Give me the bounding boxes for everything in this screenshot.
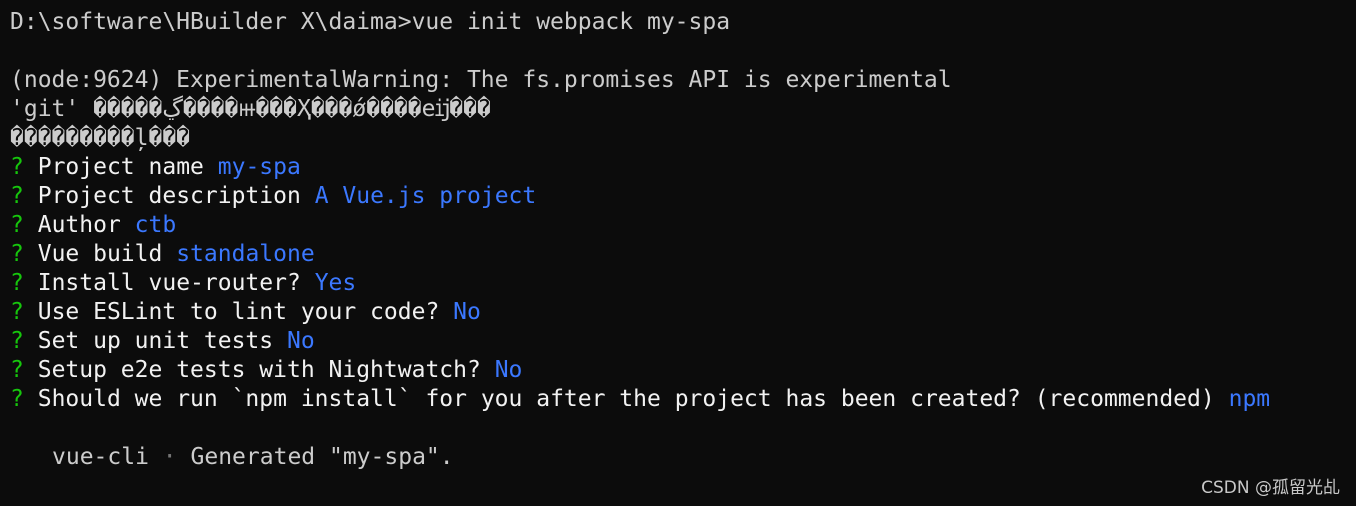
result-tool: vue-cli	[52, 444, 149, 470]
question-answer: ctb	[134, 212, 177, 238]
question-mark-icon: ?	[10, 299, 24, 325]
prompt-question-line: ? Project name my-spa	[10, 153, 1356, 182]
prompt-question-line: ? Install vue-router? Yes	[10, 269, 1356, 298]
question-answer: A Vue.js project	[314, 183, 537, 209]
question-mark-icon: ?	[10, 183, 24, 209]
question-label: Set up unit tests	[37, 328, 274, 354]
question-label: Install vue-router?	[37, 270, 301, 296]
question-label: Setup e2e tests with Nightwatch?	[37, 357, 481, 383]
question-label: Project description	[37, 183, 301, 209]
command-line: D:\software\HBuilder X\daima>vue init we…	[10, 9, 731, 35]
question-label: Author	[37, 212, 121, 238]
prompt-question-line: ? Use ESLint to lint your code? No	[10, 298, 1356, 327]
question-mark-icon: ?	[10, 357, 24, 383]
prompt-question-line: ? Setup e2e tests with Nightwatch? No	[10, 356, 1356, 385]
garbled-error-line: 'git' �����ڲ����ⲿ���Ҳ���ǿ����еĳ���	[10, 96, 491, 122]
question-mark-icon: ?	[10, 386, 24, 412]
prompt-question-line: ? Set up unit tests No	[10, 327, 1356, 356]
prompt-question-line: ? Project description A Vue.js project	[10, 182, 1356, 211]
question-answer: my-spa	[217, 154, 301, 180]
prompt-question-line: ? Vue build standalone	[10, 240, 1356, 269]
question-label: Project name	[37, 154, 204, 180]
prompt-question-line: ? Should we run `npm install` for you af…	[10, 385, 1356, 414]
result-message: Generated "my-spa".	[190, 444, 454, 470]
prompt-question-line: ? Author ctb	[10, 211, 1356, 240]
csdn-watermark: CSDN @孤留光乩	[1201, 478, 1340, 498]
result-separator: ·	[162, 444, 177, 470]
question-mark-icon: ?	[10, 154, 24, 180]
question-answer: No	[494, 357, 523, 383]
question-label: Vue build	[37, 241, 163, 267]
question-answer: No	[453, 299, 481, 325]
question-mark-icon: ?	[10, 241, 24, 267]
result-line: vue-cli · Generated "my-spa".	[10, 443, 1356, 472]
question-mark-icon: ?	[10, 328, 24, 354]
garbled-error-line: ���������ļ���	[10, 125, 191, 151]
question-answer: Yes	[314, 270, 357, 296]
question-answer: No	[286, 328, 315, 354]
question-mark-icon: ?	[10, 212, 24, 238]
terminal-output[interactable]: D:\software\HBuilder X\daima>vue init we…	[10, 8, 1356, 506]
question-label: Use ESLint to lint your code?	[37, 299, 440, 325]
warning-line: (node:9624) ExperimentalWarning: The fs.…	[10, 67, 952, 93]
question-label: Should we run `npm install` for you afte…	[37, 386, 1215, 412]
question-answer: standalone	[176, 241, 315, 267]
question-mark-icon: ?	[10, 270, 24, 296]
question-answer: npm	[1228, 386, 1271, 412]
